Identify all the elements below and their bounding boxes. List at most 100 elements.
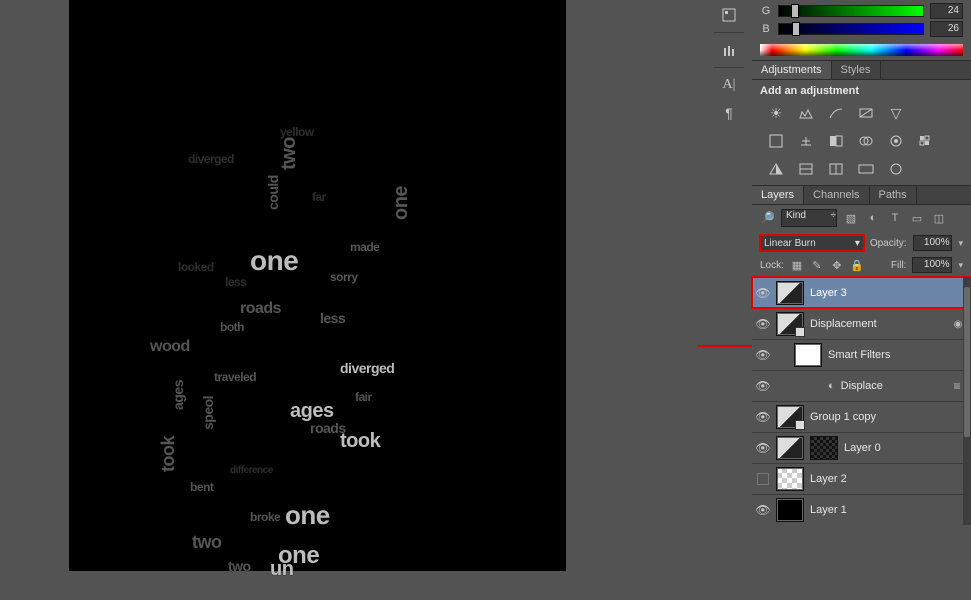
- lock-all-icon[interactable]: 🔒: [850, 258, 864, 272]
- channel-mixer-icon[interactable]: [886, 133, 906, 149]
- visibility-toggle-icon[interactable]: 👁: [752, 441, 774, 455]
- fill-value[interactable]: 100%: [912, 257, 952, 273]
- layer-thumbnail[interactable]: [794, 343, 822, 367]
- layer-row[interactable]: 👁 Layer 3: [752, 277, 971, 308]
- artwork-word: roads: [240, 300, 281, 318]
- selective-color-icon[interactable]: [886, 161, 906, 177]
- artwork-word: one: [390, 186, 413, 220]
- layer-thumbnail[interactable]: [776, 436, 804, 460]
- layers-scrollbar[interactable]: [963, 277, 971, 525]
- layer-name[interactable]: Smart Filters: [828, 349, 965, 361]
- layer-row[interactable]: 👁 Layer 0: [752, 432, 971, 463]
- canvas-workspace[interactable]: oneoneonetwotworoadsroadstooktookwoodcou…: [0, 0, 697, 600]
- invert-icon[interactable]: [766, 161, 786, 177]
- artwork-word: one: [285, 500, 330, 531]
- visibility-toggle-icon[interactable]: 👁: [752, 348, 774, 362]
- gradient-map-icon[interactable]: [856, 161, 876, 177]
- photo-filter-icon[interactable]: [856, 133, 876, 149]
- lock-image-icon[interactable]: ✎: [810, 258, 824, 272]
- layer-filter-kind-select[interactable]: Kind ÷: [781, 209, 837, 227]
- adjustment-presets-row3: [752, 157, 971, 185]
- tab-layers[interactable]: Layers: [752, 186, 804, 204]
- layer-row[interactable]: Layer 2: [752, 463, 971, 494]
- opacity-label: Opacity:: [870, 238, 907, 249]
- color-b-label: B: [760, 23, 772, 35]
- layer-name[interactable]: Displacement: [810, 318, 951, 330]
- layer-mask-thumbnail[interactable]: [810, 436, 838, 460]
- curves-icon[interactable]: [826, 105, 846, 121]
- lock-position-icon[interactable]: ✥: [830, 258, 844, 272]
- opacity-arrow-icon[interactable]: ▾: [958, 238, 963, 249]
- layer-name[interactable]: Layer 2: [810, 473, 965, 485]
- posterize-icon[interactable]: [796, 161, 816, 177]
- threshold-icon[interactable]: [826, 161, 846, 177]
- color-g-value[interactable]: 24: [930, 3, 963, 19]
- artwork-word: two: [228, 558, 251, 574]
- lock-transparent-icon[interactable]: ▦: [790, 258, 804, 272]
- visibility-toggle-icon[interactable]: 👁: [752, 503, 774, 517]
- color-balance-icon[interactable]: [796, 133, 816, 149]
- black-white-icon[interactable]: [826, 133, 846, 149]
- layer-name[interactable]: Layer 1: [810, 504, 965, 516]
- layer-name[interactable]: Layer 0: [844, 442, 965, 454]
- layer-thumbnail[interactable]: [776, 281, 804, 305]
- levels-icon[interactable]: [796, 105, 816, 121]
- panels-column: G 24 B 26 Adjustments Styles Add an adju…: [752, 0, 971, 600]
- tab-paths[interactable]: Paths: [870, 186, 917, 204]
- layer-thumbnail[interactable]: [776, 405, 804, 429]
- color-g-label: G: [760, 5, 772, 17]
- blend-mode-select[interactable]: Linear Burn▾: [760, 235, 864, 251]
- layer-thumbnail[interactable]: [776, 498, 804, 522]
- tab-channels[interactable]: Channels: [804, 186, 869, 204]
- artwork-word: took: [340, 430, 380, 453]
- tab-styles[interactable]: Styles: [832, 61, 881, 79]
- layer-row[interactable]: 👁 Smart Filters: [752, 339, 971, 370]
- filter-search-icon[interactable]: 🔎: [760, 211, 775, 225]
- character-panel-icon[interactable]: A|: [715, 72, 743, 98]
- visibility-toggle-icon[interactable]: 👁: [752, 379, 774, 393]
- artwork-word: sorry: [330, 270, 358, 284]
- layer-row[interactable]: 👁◐Displace≡: [752, 370, 971, 401]
- fill-arrow-icon[interactable]: ▾: [958, 260, 963, 271]
- artwork-word: ages: [170, 380, 186, 410]
- artwork-word: diverged: [188, 152, 234, 166]
- artwork-word: took: [158, 436, 179, 472]
- brushes-icon[interactable]: [715, 37, 743, 63]
- filter-pixel-icon[interactable]: ▧: [843, 210, 859, 226]
- layer-row[interactable]: 👁 Layer 1: [752, 494, 971, 525]
- color-spectrum[interactable]: [760, 44, 963, 56]
- tab-adjustments[interactable]: Adjustments: [752, 61, 832, 79]
- filter-smart-icon[interactable]: ◫: [931, 210, 947, 226]
- layer-row[interactable]: 👁Displacement◉: [752, 308, 971, 339]
- color-lookup-icon[interactable]: [916, 133, 936, 149]
- visibility-toggle-icon[interactable]: [752, 473, 774, 485]
- filter-adjust-icon[interactable]: ◐: [865, 210, 881, 226]
- visibility-toggle-icon[interactable]: 👁: [752, 410, 774, 424]
- hue-sat-icon[interactable]: [766, 133, 786, 149]
- filter-effect-icon: ◐: [828, 380, 835, 392]
- visibility-toggle-icon[interactable]: 👁: [752, 286, 774, 300]
- filter-type-icon[interactable]: T: [887, 210, 903, 226]
- color-g-slider[interactable]: [778, 5, 924, 17]
- exposure-icon[interactable]: [856, 105, 876, 121]
- layer-thumbnail[interactable]: [776, 312, 804, 336]
- artwork-word: looked: [178, 260, 214, 274]
- layer-name[interactable]: Displace: [841, 380, 949, 392]
- paragraph-panel-icon[interactable]: ¶: [715, 100, 743, 126]
- adjustment-presets-row2: [752, 129, 971, 157]
- document-canvas[interactable]: oneoneonetwotworoadsroadstooktookwoodcou…: [70, 0, 565, 570]
- layer-thumbnail[interactable]: [776, 467, 804, 491]
- opacity-value[interactable]: 100%: [913, 235, 953, 251]
- visibility-toggle-icon[interactable]: 👁: [752, 317, 774, 331]
- layer-name[interactable]: Group 1 copy: [810, 411, 965, 423]
- brightness-contrast-icon[interactable]: ☀: [766, 105, 786, 121]
- filter-shape-icon[interactable]: ▭: [909, 210, 925, 226]
- artwork-word: speol: [200, 396, 216, 430]
- artwork-word: diverged: [340, 360, 394, 376]
- color-b-slider[interactable]: [778, 23, 924, 35]
- color-b-value[interactable]: 26: [930, 21, 963, 37]
- layer-name[interactable]: Layer 3: [810, 287, 965, 299]
- history-icon[interactable]: [715, 2, 743, 28]
- layer-row[interactable]: 👁 Group 1 copy: [752, 401, 971, 432]
- vibrance-icon[interactable]: ▽: [886, 105, 906, 121]
